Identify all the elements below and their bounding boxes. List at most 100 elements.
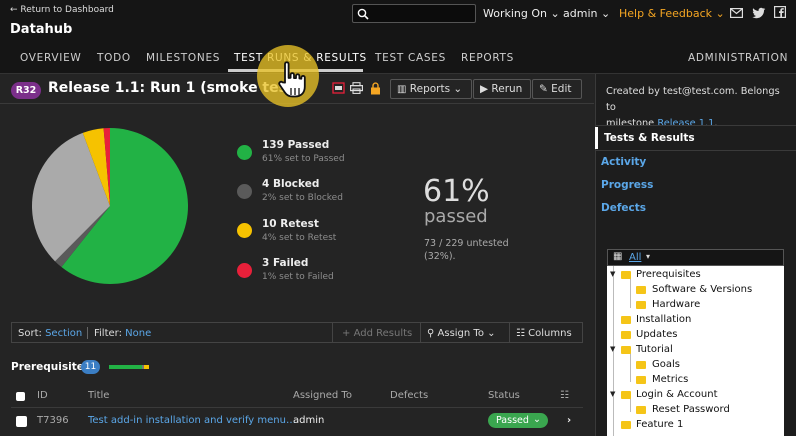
tree-node[interactable]: Reset Password	[652, 404, 730, 415]
tree-line	[630, 397, 631, 412]
folder-icon	[621, 331, 631, 339]
col-id[interactable]: ID	[37, 390, 48, 401]
divider	[87, 327, 88, 339]
col-status[interactable]: Status	[488, 390, 520, 401]
user-menu[interactable]: admin ⌄	[563, 7, 610, 20]
project-name: Datahub	[10, 22, 73, 37]
mail-icon[interactable]	[730, 8, 743, 18]
milestone-link[interactable]: Release 1.1	[657, 118, 714, 129]
help-feedback-menu[interactable]: Help & Feedback ⌄	[619, 7, 725, 20]
col-title[interactable]: Title	[88, 390, 109, 401]
facebook-icon[interactable]	[774, 6, 786, 18]
divider	[420, 323, 421, 342]
folder-icon	[621, 421, 631, 429]
working-on-menu[interactable]: Working On ⌄	[483, 7, 560, 20]
sort-label: Sort:	[18, 328, 42, 339]
columns-icon: ☷	[516, 328, 525, 339]
row-checkbox[interactable]	[16, 416, 27, 427]
legend-failed-sub: 1% set to Failed	[262, 272, 334, 282]
print-icon[interactable]	[350, 82, 363, 94]
legend-blocked-title: 4 Blocked	[262, 178, 320, 190]
columns-button[interactable]: ☷ Columns	[516, 328, 572, 339]
chevron-right-icon[interactable]: ›	[567, 415, 571, 426]
rerun-label: Rerun	[491, 83, 523, 95]
row-assigned: admin	[293, 415, 325, 426]
tab-test-cases[interactable]: TEST CASES	[375, 52, 446, 64]
info-text: Created by test@test.com. Belongs to	[606, 86, 780, 113]
tree-node[interactable]: Installation	[636, 314, 691, 325]
nav-defects[interactable]: Defects	[601, 202, 646, 214]
tree-node[interactable]: Tutorial	[636, 344, 673, 355]
reports-button[interactable]: ▥ Reports ⌄	[390, 79, 472, 99]
tab-todo[interactable]: TODO	[97, 52, 131, 64]
main-panel: R32 Release 1.1: Run 1 (smoke test) ▥ Re…	[0, 74, 594, 436]
status-dropdown[interactable]: Passed ⌄	[488, 413, 548, 428]
filter-value-link[interactable]: None	[125, 328, 151, 339]
tree-node[interactable]: Metrics	[652, 374, 688, 385]
search-icon	[357, 8, 369, 20]
expand-icon[interactable]: ▼	[610, 345, 615, 353]
column-settings-icon[interactable]: ☷	[560, 390, 569, 401]
tree-node[interactable]: Hardware	[652, 299, 700, 310]
legend-retest-sub: 4% set to Retest	[262, 233, 337, 243]
failed-dot	[237, 263, 252, 278]
tree-node[interactable]: Updates	[636, 329, 677, 340]
active-nav-indicator	[595, 127, 598, 149]
chevron-down-icon: ⌄	[715, 7, 725, 20]
tab-administration[interactable]: ADMINISTRATION	[688, 52, 788, 64]
row-title-link[interactable]: Test add-in installation and verify menu…	[88, 415, 296, 426]
add-results-button[interactable]: + Add Results	[342, 328, 412, 339]
rerun-button[interactable]: ▶ Rerun	[473, 79, 531, 99]
tab-overview[interactable]: OVERVIEW	[20, 52, 82, 64]
user-icon: ⚲	[427, 328, 435, 339]
columns-label: Columns	[528, 328, 572, 339]
status-label: Passed	[496, 415, 529, 426]
untested-summary: 73 / 229 untested (32%).	[424, 237, 509, 263]
help-feedback-label: Help & Feedback	[619, 7, 713, 20]
passed-label: passed	[424, 206, 488, 227]
tree-node[interactable]: Goals	[652, 359, 680, 370]
search-input[interactable]	[352, 4, 476, 23]
edit-label: Edit	[551, 83, 572, 95]
chevron-down-icon: ⌄	[533, 414, 541, 425]
sort-control[interactable]: Sort: Section	[18, 328, 82, 339]
col-assigned-to[interactable]: Assigned To	[293, 390, 352, 401]
untested-line-1: 73 / 229 untested	[424, 238, 509, 249]
divider	[332, 323, 333, 342]
tree-node[interactable]: Software & Versions	[652, 284, 752, 295]
info-end: .	[714, 118, 718, 129]
nav-progress[interactable]: Progress	[601, 179, 653, 191]
tree-node[interactable]: Prerequisites	[636, 269, 701, 280]
pencil-icon: ✎	[539, 83, 548, 95]
edit-button[interactable]: ✎ Edit	[532, 79, 582, 99]
assign-to-button[interactable]: ⚲ Assign To ⌄	[427, 328, 496, 339]
tree-node[interactable]: Feature 1	[636, 419, 683, 430]
reports-label: Reports	[409, 83, 451, 95]
tree-node[interactable]: Login & Account	[636, 389, 718, 400]
folder-icon	[621, 346, 631, 354]
return-to-dashboard-link[interactable]: ← Return to Dashboard	[10, 5, 114, 15]
tree-line	[630, 278, 631, 308]
expand-icon[interactable]: ▼	[610, 270, 615, 278]
caret-down-icon: ▾	[646, 252, 651, 261]
col-defects[interactable]: Defects	[390, 390, 428, 401]
filter-control[interactable]: Filter: None	[94, 328, 151, 339]
tab-milestones[interactable]: MILESTONES	[146, 52, 220, 64]
select-all-checkbox[interactable]	[16, 392, 25, 401]
nav-activity[interactable]: Activity	[601, 156, 646, 168]
nav-tests-results[interactable]: Tests & Results	[604, 132, 695, 144]
sort-value-link[interactable]: Section	[45, 328, 82, 339]
results-pie-chart	[31, 128, 189, 284]
lock-icon[interactable]	[370, 82, 381, 95]
export-icon[interactable]	[332, 82, 345, 94]
tab-reports[interactable]: REPORTS	[461, 52, 514, 64]
tree-filter-select[interactable]: ▦ All ▾	[607, 249, 784, 266]
untested-line-2: (32%).	[424, 251, 456, 262]
legend-blocked-sub: 2% set to Blocked	[262, 193, 343, 203]
twitter-icon[interactable]	[752, 7, 766, 19]
expand-icon[interactable]: ▼	[610, 390, 615, 398]
folder-icon	[636, 361, 646, 369]
tree-line	[630, 352, 631, 382]
chevron-down-icon: ⌄	[600, 7, 611, 20]
folder-icon	[621, 271, 631, 279]
